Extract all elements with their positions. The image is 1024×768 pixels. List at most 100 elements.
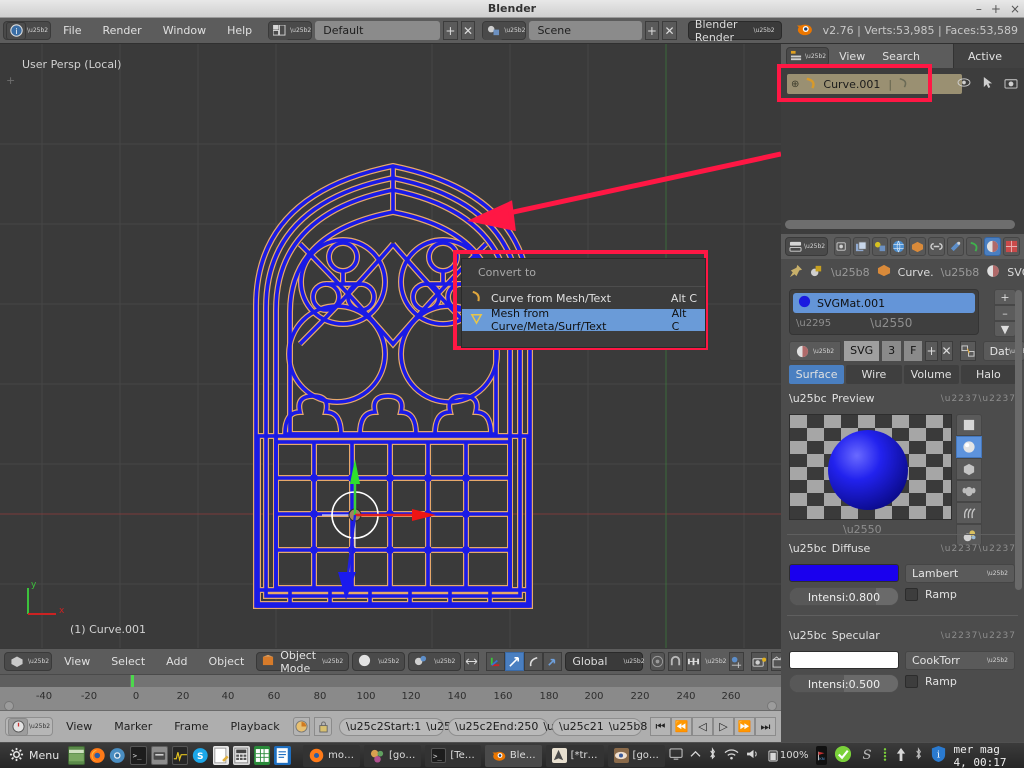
arrow-left-icon[interactable]: \u25c2 xyxy=(346,720,384,733)
outliner-menu-search[interactable]: Search xyxy=(875,50,927,63)
close-button[interactable]: × xyxy=(1010,3,1020,15)
properties-vertical-scrollbar[interactable] xyxy=(1015,290,1022,590)
menu-window[interactable]: Window xyxy=(154,22,215,39)
use-audio-sync-icon[interactable] xyxy=(292,717,311,736)
volume-icon[interactable] xyxy=(746,748,761,763)
tab-volume[interactable]: Volume xyxy=(903,365,959,384)
scene-selector[interactable]: \u25b2 xyxy=(482,21,527,40)
collapse-triangle-icon[interactable]: \u25bc xyxy=(789,542,827,555)
preview-sphere-icon[interactable] xyxy=(956,436,982,458)
breadcrumb-object-name[interactable]: Curve. xyxy=(898,266,934,279)
play-reverse-button[interactable]: ◁ xyxy=(691,717,713,736)
view3d-menu-select[interactable]: Select xyxy=(102,653,154,670)
editor-type-selector-info[interactable]: i \u25b2 xyxy=(3,21,52,40)
snap-target-icon[interactable] xyxy=(729,652,745,671)
checkmark-status-icon[interactable] xyxy=(834,745,852,766)
arrow-left-icon[interactable]: \u25c2 xyxy=(559,720,597,733)
editor-type-selector-outliner[interactable]: \u25b2 xyxy=(786,46,830,66)
menu-help[interactable]: Help xyxy=(218,22,261,39)
expand-icon[interactable] xyxy=(690,750,701,762)
display-icon[interactable] xyxy=(669,747,683,764)
material-type-tabs[interactable]: Surface Wire Volume Halo xyxy=(789,365,1016,384)
show-desktop-icon[interactable] xyxy=(68,746,85,765)
material-user-count[interactable]: 3 xyxy=(882,341,902,361)
dropbox-sync-icon[interactable] xyxy=(882,747,888,765)
tab-render-layers[interactable] xyxy=(852,237,870,256)
previous-keyframe-button[interactable]: ⏪ xyxy=(670,717,692,736)
convert-to-context-menu[interactable]: Convert to Curve from Mesh/Text Alt C Me… xyxy=(461,258,706,348)
current-frame-field[interactable]: \u25c2 1 \u25b8 xyxy=(551,717,647,736)
diffuse-intensity-slider[interactable]: Intensi:0.800 xyxy=(789,587,899,606)
cursor-arrow-icon[interactable] xyxy=(982,76,993,92)
outliner-display-mode[interactable]: Active xyxy=(952,44,1024,68)
eye-icon[interactable] xyxy=(957,77,971,91)
delete-scene-button[interactable]: ✕ xyxy=(662,21,677,40)
editor-type-selector-view3d[interactable]: \u25b2 xyxy=(4,652,53,671)
preview-panel-header[interactable]: \u25bc Preview \u2237\u2237 xyxy=(789,392,1016,405)
specular-panel-header[interactable]: \u25bc Specular \u2237\u2237 xyxy=(789,629,1016,642)
taskbar-window-firefox[interactable]: mo… xyxy=(303,744,360,767)
view3d-menu-view[interactable]: View xyxy=(55,653,99,670)
scene-name[interactable]: Scene xyxy=(529,21,642,40)
breadcrumb-material-name[interactable]: SVGMat. xyxy=(1007,266,1024,279)
maximize-button[interactable]: + xyxy=(991,3,1001,15)
input-method-icon[interactable]: KN xyxy=(815,746,827,765)
outliner-editor[interactable]: \u25b2 View Search Active ⊕ Curve.001 | xyxy=(781,44,1024,234)
material-slot-selected[interactable]: SVGMat.001 xyxy=(793,293,975,313)
material-preview-render[interactable] xyxy=(789,414,952,520)
manipulator-translate-icon[interactable] xyxy=(505,652,525,671)
properties-tab-bar[interactable]: \u25b2 xyxy=(781,234,1024,259)
notes-icon[interactable] xyxy=(212,746,230,765)
next-keyframe-button[interactable]: ⏩ xyxy=(733,717,755,736)
specular-ramp-toggle[interactable]: Ramp xyxy=(905,675,957,688)
manipulator-enable-icon[interactable] xyxy=(486,652,506,671)
fake-user-button[interactable]: F xyxy=(904,341,923,361)
play-button[interactable]: ▷ xyxy=(712,717,734,736)
material-slot-list[interactable]: SVGMat.001 \u2295 \u2550 xyxy=(789,289,979,335)
tab-material[interactable] xyxy=(984,237,1002,256)
viewport-shading-selector[interactable]: \u25b2 xyxy=(352,652,406,671)
start-frame-field[interactable]: \u25c2 Start: 1 \u25b8 xyxy=(338,717,465,736)
specular-color-swatch[interactable] xyxy=(789,651,899,669)
taskbar-clock[interactable]: mer mag 4, 00:17 xyxy=(954,743,1015,768)
timeline-menu-marker[interactable]: Marker xyxy=(105,718,161,735)
delete-screen-button[interactable]: ✕ xyxy=(460,21,476,40)
add-screen-button[interactable]: + xyxy=(443,21,458,40)
screen-layout-name[interactable]: Default xyxy=(315,21,441,40)
monitor-icon[interactable] xyxy=(171,746,189,765)
menu-item-mesh-from-curve[interactable]: Mesh from Curve/Meta/Surf/Text Alt C xyxy=(462,307,705,333)
manipulator-scale-icon[interactable] xyxy=(543,652,563,671)
preview-cube-icon[interactable] xyxy=(956,458,982,480)
manipulate-center-points-button[interactable] xyxy=(464,652,480,671)
editor-type-spinner[interactable]: \u25b2 xyxy=(29,724,50,730)
add-slot-icon[interactable]: \u2295 xyxy=(796,318,831,329)
playback-transport-controls[interactable]: ⏮ ⏪ ◁ ▷ ⏩ ⏭ xyxy=(649,717,776,736)
specular-ramp-checkbox[interactable] xyxy=(905,675,918,688)
timeline-scrollbar-thumb[interactable] xyxy=(0,675,130,687)
s-logo-icon[interactable]: S xyxy=(859,746,875,765)
skype-icon[interactable]: S xyxy=(192,746,209,765)
taskbar-window-inkscape[interactable]: [*tr… xyxy=(545,744,604,767)
editor-type-selector-timeline[interactable]: \u25b2 xyxy=(5,717,54,736)
timeline-ruler[interactable]: -40 -20 0 20 40 60 80 100 120 140 160 18… xyxy=(0,674,781,711)
material-slot-buttons[interactable]: + – ▼ xyxy=(994,289,1016,337)
tab-modifiers[interactable] xyxy=(946,237,964,256)
taskbar-window-gimp[interactable]: [go… xyxy=(363,744,422,767)
upload-arrow-icon[interactable] xyxy=(895,747,907,765)
interaction-mode-selector[interactable]: Object Mode \u25b2 xyxy=(256,649,350,675)
minimize-button[interactable]: – xyxy=(976,3,982,15)
jump-to-end-button[interactable]: ⏭ xyxy=(754,717,776,736)
render-engine-selector[interactable]: Blender Render \u25b2 xyxy=(687,18,782,44)
camera-icon[interactable] xyxy=(1004,77,1018,92)
spreadsheet-icon[interactable] xyxy=(253,746,271,765)
material-name-field[interactable]: SVG xyxy=(844,341,880,361)
editor-type-spinner[interactable]: \u25b2 xyxy=(804,244,825,250)
timeline-menu-playback[interactable]: Playback xyxy=(222,718,289,735)
tab-texture[interactable] xyxy=(1003,237,1021,256)
preview-hair-icon[interactable] xyxy=(956,502,982,524)
tab-wire[interactable]: Wire xyxy=(846,365,902,384)
specular-shader-selector[interactable]: CookTorr \u25b2 xyxy=(905,651,1015,670)
unlink-material-button[interactable]: ✕ xyxy=(940,341,953,361)
outliner-restriction-toggles[interactable] xyxy=(957,76,1018,92)
diffuse-color-swatch[interactable] xyxy=(789,564,899,582)
